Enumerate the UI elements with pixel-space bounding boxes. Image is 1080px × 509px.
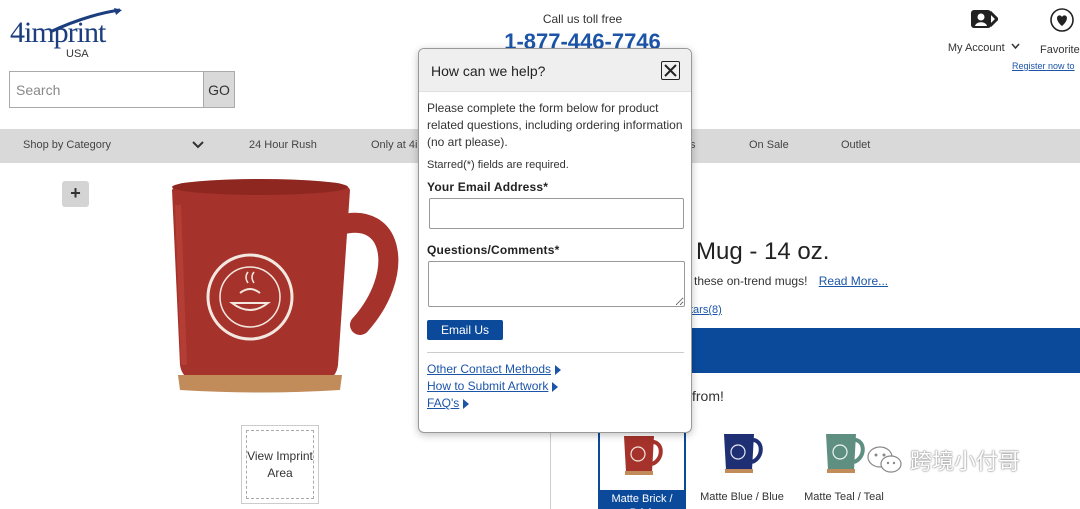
arrow-right-icon bbox=[463, 398, 470, 409]
watermark-text: 跨境小付哥 bbox=[910, 450, 1021, 475]
arrow-right-icon bbox=[552, 381, 559, 392]
swatch-matte-brick[interactable]: Matte Brick / Brick bbox=[598, 420, 686, 509]
swatch-label: Matte Teal / Teal bbox=[804, 491, 884, 503]
register-link[interactable]: Register now to bbox=[1012, 61, 1075, 71]
link-label: How to Submit Artwork bbox=[427, 379, 549, 393]
modal-header: How can we help? bbox=[419, 49, 691, 92]
nav-only-at-4imprint[interactable]: Only at 4i bbox=[371, 139, 417, 151]
swatch-mug-image bbox=[826, 434, 865, 473]
required-note: Starred(*) fields are required. bbox=[427, 159, 569, 171]
other-contact-methods-link[interactable]: Other Contact Methods bbox=[427, 362, 683, 376]
link-label: FAQ's bbox=[427, 396, 460, 410]
choose-color-text: from! bbox=[692, 388, 724, 404]
heart-icon bbox=[1050, 8, 1074, 32]
swatch-mug-image bbox=[724, 434, 763, 473]
email-label: Your Email Address* bbox=[427, 180, 549, 194]
search-bar: GO bbox=[9, 71, 235, 108]
favorites-link[interactable]: Favorite bbox=[1040, 8, 1080, 58]
swatch-matte-blue[interactable]: Matte Blue / Blue bbox=[698, 420, 786, 509]
comments-field[interactable] bbox=[428, 261, 685, 307]
close-icon bbox=[664, 64, 677, 77]
help-modal: How can we help? Please complete the for… bbox=[418, 48, 692, 433]
chevron-down-icon[interactable] bbox=[192, 141, 204, 149]
view-imprint-label: View Imprint Area bbox=[246, 430, 314, 499]
comments-label: Questions/Comments* bbox=[427, 243, 560, 257]
swatch-mug-image bbox=[624, 436, 663, 475]
modal-intro: Please complete the form below for produ… bbox=[427, 101, 683, 149]
product-image-mug[interactable] bbox=[160, 175, 400, 400]
modal-title: How can we help? bbox=[431, 63, 546, 79]
product-description: these on-trend mugs! Read More... bbox=[694, 274, 888, 288]
chevron-down-icon bbox=[1011, 43, 1020, 50]
site-logo[interactable]: 4imprint USA bbox=[10, 8, 125, 60]
favorites-label: Favorite bbox=[1040, 44, 1080, 56]
product-description-text: these on-trend mugs! bbox=[694, 274, 808, 288]
email-field[interactable] bbox=[429, 198, 684, 229]
read-more-link[interactable]: Read More... bbox=[819, 274, 888, 288]
nav-24-hour-rush[interactable]: 24 Hour Rush bbox=[249, 139, 317, 151]
faqs-link[interactable]: FAQ's bbox=[427, 396, 683, 410]
product-title: e Mug - 14 oz. bbox=[676, 238, 830, 265]
nav-on-sale[interactable]: On Sale bbox=[749, 139, 789, 151]
phone-label: Call us toll free bbox=[542, 12, 623, 26]
logo-text: 4imprint bbox=[10, 16, 106, 49]
arrow-right-icon bbox=[555, 364, 562, 375]
search-input[interactable] bbox=[10, 72, 203, 107]
nav-shop-by-category[interactable]: Shop by Category bbox=[23, 139, 111, 151]
account-label: My Account bbox=[947, 42, 1005, 54]
how-to-submit-artwork-link[interactable]: How to Submit Artwork bbox=[427, 379, 683, 393]
zoom-plus-button[interactable]: + bbox=[62, 181, 89, 207]
nav-outlet[interactable]: Outlet bbox=[841, 139, 870, 151]
logo-country: USA bbox=[66, 48, 89, 60]
account-menu[interactable]: My Account bbox=[946, 8, 1022, 56]
link-label: Other Contact Methods bbox=[427, 362, 552, 376]
swatch-label: Matte Blue / Blue bbox=[700, 491, 784, 503]
account-icon bbox=[971, 10, 998, 28]
close-button[interactable] bbox=[661, 61, 680, 80]
email-us-button[interactable]: Email Us bbox=[427, 320, 504, 340]
view-imprint-area-button[interactable]: View Imprint Area bbox=[241, 425, 319, 504]
reviews-link[interactable]: tars(8) bbox=[690, 304, 722, 316]
swatch-label: Matte Brick / Brick bbox=[600, 490, 684, 509]
search-go-button[interactable]: GO bbox=[203, 72, 234, 107]
watermark: 跨境小付哥 bbox=[866, 444, 1020, 476]
modal-body: Please complete the form below for produ… bbox=[419, 92, 691, 410]
modal-divider bbox=[427, 352, 684, 353]
wechat-icon bbox=[867, 446, 902, 473]
